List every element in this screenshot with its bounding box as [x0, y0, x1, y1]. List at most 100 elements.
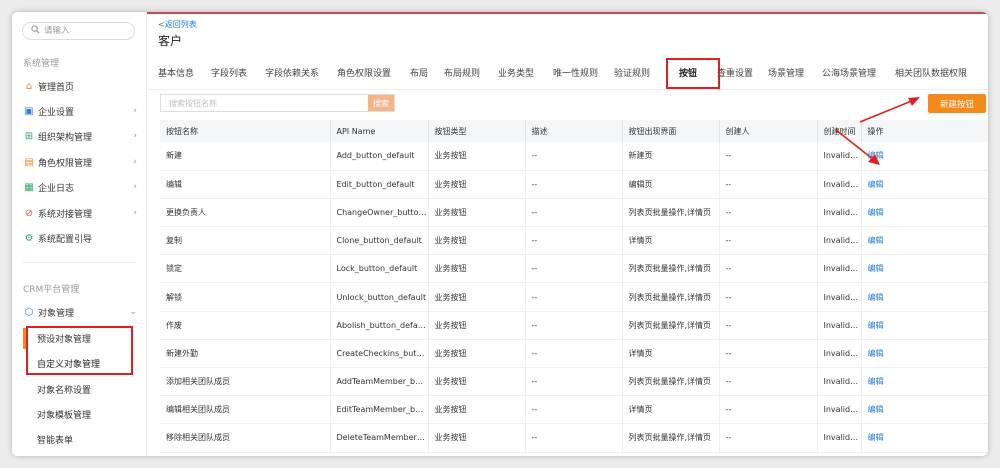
- cell-action-edit[interactable]: 编辑: [861, 339, 988, 369]
- tab-scene-mgmt[interactable]: 场景管理: [768, 66, 804, 79]
- cell-created-time: Invalid dat: [817, 423, 862, 453]
- cell-action-edit[interactable]: 编辑: [861, 311, 988, 340]
- table-row: 新建外勤CreateCheckins_button_default业务按钮--详…: [160, 339, 988, 369]
- sidebar-item-label: 对象管理: [38, 308, 75, 319]
- cell-action-edit[interactable]: 编辑: [861, 367, 988, 397]
- tab-layout[interactable]: 布局: [410, 66, 428, 79]
- sidebar-search[interactable]: [22, 22, 135, 40]
- cell-description: --: [525, 142, 623, 171]
- back-to-list-link[interactable]: <返回列表: [158, 19, 197, 30]
- tab-basic-info[interactable]: 基本信息: [158, 66, 194, 79]
- table-row: 复制 Clone_button_default 业务按钮 -- 详情页 -- Invalid…: [160, 226, 988, 256]
- cell-page: 详情页: [622, 339, 720, 369]
- sidebar-item-home[interactable]: ⌂ 管理首页: [23, 76, 137, 96]
- cell-page: 列表页批量操作,详情页: [622, 311, 720, 340]
- cell-action-edit[interactable]: 编辑: [861, 254, 988, 284]
- cell-type: 业务按钮: [428, 311, 526, 340]
- guide-icon: ⚙: [24, 232, 34, 244]
- cell-type: 业务按钮: [428, 142, 526, 171]
- cell-name: 更换负责人: [160, 198, 331, 228]
- chevron-down-icon: ⌄: [129, 307, 137, 317]
- tab-role-permission[interactable]: 角色权限设置: [337, 66, 391, 79]
- sidebar-item-label: 系统配置引导: [38, 234, 93, 245]
- cell-name: 编辑相关团队成员: [160, 395, 331, 425]
- cell-type: 业务按钮: [428, 282, 526, 312]
- table-body: 新建 Add_button_default 业务按钮 -- 新建页 -- Invalid d…: [160, 142, 988, 453]
- col-header-creator: 创建人: [719, 120, 818, 142]
- cell-action-edit[interactable]: 编辑: [861, 170, 988, 199]
- cell-created-time: Invalid dat: [817, 367, 862, 397]
- cell-type: 业务按钮: [428, 198, 526, 228]
- tab-validation-rules[interactable]: 验证规则: [614, 66, 650, 79]
- cell-api-name: CreateCheckins_button_default: [330, 339, 429, 369]
- cell-page: 详情页: [622, 226, 720, 256]
- chevron-right-icon: ›: [133, 131, 137, 141]
- table-row: 新建 Add_button_default 业务按钮 -- 新建页 -- Invalid d…: [160, 142, 988, 171]
- cell-type: 业务按钮: [428, 170, 526, 199]
- cell-type: 业务按钮: [428, 423, 526, 453]
- cell-page: 列表页批量操作,详情页: [622, 367, 720, 397]
- cell-description: --: [525, 226, 623, 256]
- col-header-page: 按钮出现界面: [622, 120, 720, 142]
- cell-action-edit[interactable]: 编辑: [861, 142, 988, 171]
- table-row: 移除相关团队成员DeleteTeamMember_button_default业…: [160, 423, 988, 453]
- tab-pool-scene-mgmt[interactable]: 公海场景管理: [822, 66, 876, 79]
- search-button[interactable]: 搜索: [368, 95, 394, 111]
- sidebar-item-org[interactable]: ⊞ 组织架构管理 ›: [23, 126, 137, 146]
- main-panel: <返回列表 客户 基本信息 字段列表 字段依赖关系 角色权限设置 布局 布局规则…: [148, 12, 988, 456]
- sidebar-item-integration[interactable]: ⊘ 系统对接管理 ›: [23, 203, 137, 223]
- chevron-right-icon: ›: [133, 157, 137, 167]
- cell-name: 复制: [160, 226, 331, 256]
- sidebar-sub-object-template[interactable]: 对象模板管理: [37, 408, 91, 421]
- cell-type: 业务按钮: [428, 367, 526, 397]
- cell-creator: --: [719, 367, 818, 397]
- cell-description: --: [525, 198, 623, 228]
- tab-layout-rules[interactable]: 布局规则: [444, 66, 480, 79]
- cell-action-edit[interactable]: 编辑: [861, 395, 988, 425]
- cell-action-edit[interactable]: 编辑: [861, 282, 988, 312]
- cell-creator: --: [719, 142, 818, 171]
- table-row: 添加相关团队成员AddTeamMember_button_default业务按钮…: [160, 367, 988, 397]
- cell-action-edit[interactable]: 编辑: [861, 423, 988, 453]
- annotation-box-sidebar: [26, 326, 133, 375]
- cell-description: --: [525, 254, 623, 284]
- cell-type: 业务按钮: [428, 395, 526, 425]
- new-button-button[interactable]: 新建按钮: [928, 94, 986, 113]
- chevron-right-icon: ›: [133, 208, 137, 218]
- role-icon: ▤: [24, 156, 34, 168]
- cell-created-time: Invalid dat: [817, 395, 862, 425]
- sidebar-item-guide[interactable]: ⚙ 系统配置引导: [23, 228, 137, 248]
- cell-creator: --: [719, 226, 818, 256]
- sidebar-item-enterprise[interactable]: ▣ 企业设置 ›: [23, 101, 137, 121]
- tab-team-data-permission[interactable]: 相关团队数据权限: [895, 66, 967, 79]
- cell-name: 作废: [160, 311, 331, 340]
- cell-action-edit[interactable]: 编辑: [861, 226, 988, 256]
- cell-type: 业务按钮: [428, 254, 526, 284]
- section-system-title: 系统管理: [23, 59, 60, 69]
- cell-description: --: [525, 367, 623, 397]
- buttons-table: 按钮名称 API Name 按钮类型 描述 按钮出现界面 创建人 创建时间 操作…: [160, 120, 988, 453]
- tab-unique-rules[interactable]: 唯一性规则: [553, 66, 598, 79]
- cell-created-time: Invalid dat: [817, 226, 862, 256]
- cell-created-time: Invalid dat: [817, 339, 862, 369]
- cell-creator: --: [719, 170, 818, 199]
- cell-api-name: Abolish_button_default: [330, 311, 429, 340]
- cell-action-edit[interactable]: 编辑: [861, 198, 988, 228]
- tab-duplicate-check[interactable]: 查重设置: [717, 66, 753, 79]
- sidebar-search-input[interactable]: [44, 26, 130, 36]
- cell-name: 解锁: [160, 282, 331, 312]
- tab-field-list[interactable]: 字段列表: [211, 66, 247, 79]
- button-search-input[interactable]: [161, 95, 368, 111]
- table-row: 锁定 Lock_button_default 业务按钮 -- 列表页批量操作,详情页 --…: [160, 254, 988, 284]
- sidebar-item-role[interactable]: ▤ 角色权限管理 ›: [23, 152, 137, 172]
- sidebar-item-object-mgmt[interactable]: ⬡ 对象管理 ⌄: [23, 302, 137, 322]
- sidebar-sub-object-name[interactable]: 对象名称设置: [37, 383, 91, 396]
- sidebar-sub-smart-form[interactable]: 智能表单: [37, 433, 73, 446]
- cell-page: 列表页批量操作,详情页: [622, 282, 720, 312]
- sidebar-item-log[interactable]: ▦ 企业日志 ›: [23, 177, 137, 197]
- tab-field-dependency[interactable]: 字段依赖关系: [265, 66, 319, 79]
- tab-business-type[interactable]: 业务类型: [498, 66, 534, 79]
- cell-creator: --: [719, 423, 818, 453]
- cell-creator: --: [719, 282, 818, 312]
- section-crm-title: CRM平台管理: [23, 285, 80, 295]
